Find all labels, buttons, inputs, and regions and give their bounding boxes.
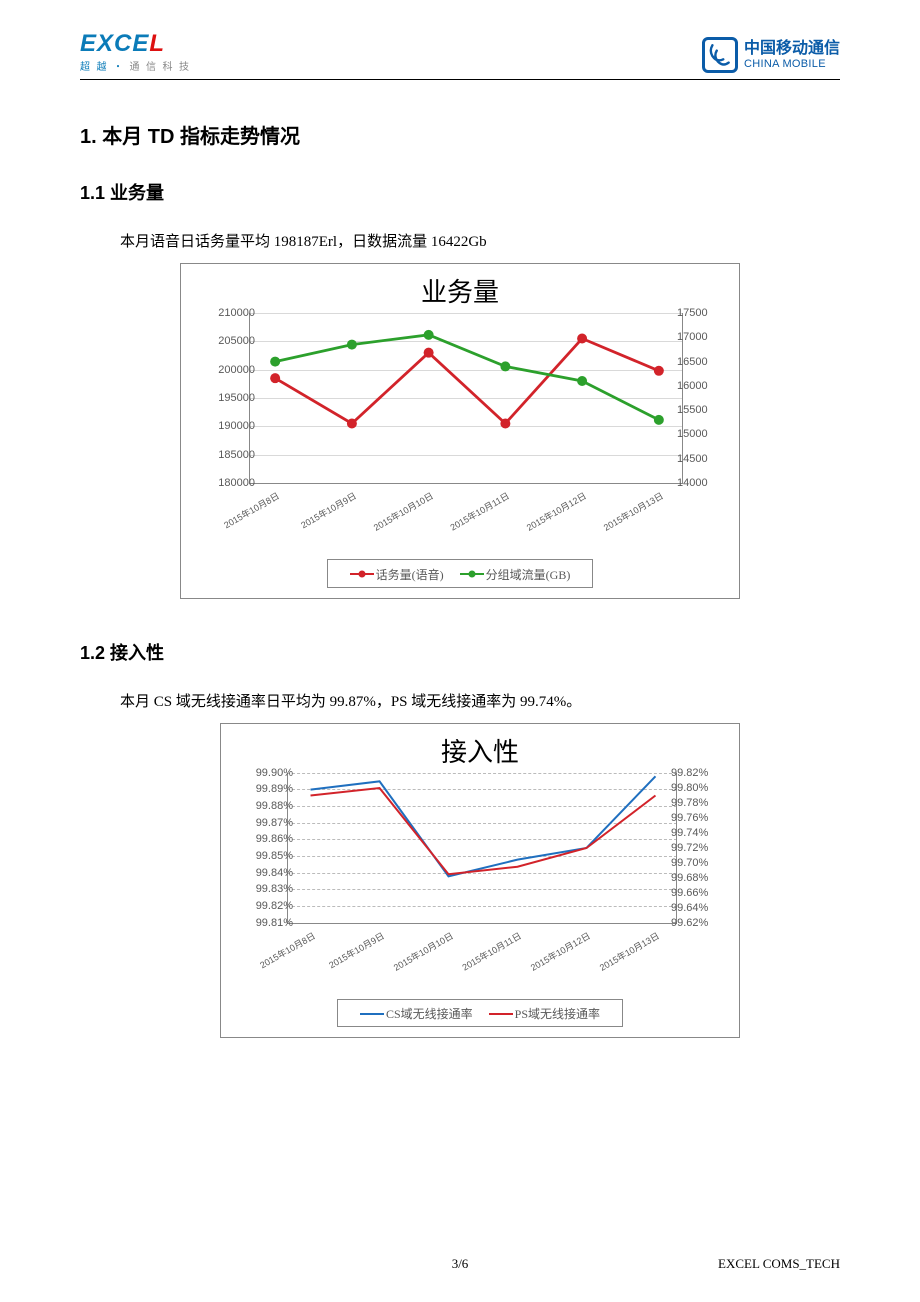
para-1-2: 本月 CS 域无线接通率日平均为 99.87%，PS 域无线接通率为 99.74…: [120, 690, 840, 711]
heading-1-1: 1.1 业务量: [80, 179, 840, 205]
heading-1: 1. 本月 TD 指标走势情况: [80, 120, 840, 149]
x-tick: 2015年10月11日: [448, 489, 512, 533]
x-tick: 2015年10月12日: [528, 929, 593, 974]
x-tick: 2015年10月10日: [390, 929, 455, 974]
header-divider: [80, 79, 840, 80]
china-mobile-icon: [702, 37, 738, 73]
plot-svg: [249, 313, 685, 483]
logo-left: EXCEL 超 越 ・ 通 信 科 技: [80, 30, 191, 73]
x-tick: 2015年10月9日: [326, 929, 386, 971]
sub-blue: 超 越: [80, 62, 109, 73]
chart-legend: 话务量(语音) 分组域流量(GB): [181, 553, 739, 598]
page-header: EXCEL 超 越 ・ 通 信 科 技 中国移动通信 CHINA MOBILE: [80, 30, 840, 79]
brand-subtitle: 超 越 ・ 通 信 科 技: [80, 58, 191, 73]
china-mobile-cn: 中国移动通信: [744, 40, 840, 58]
plot-svg: [287, 773, 679, 923]
para-1-1: 本月语音日话务量平均 198187Erl，日数据流量 16422Gb: [120, 230, 840, 251]
x-tick: 2015年10月13日: [597, 929, 662, 974]
sub-dot: ・: [113, 62, 125, 73]
chart-legend: CS域无线接通率 PS域无线接通率: [221, 993, 739, 1038]
legend-item: CS域无线接通率: [360, 1005, 473, 1022]
legend-item: 话务量(语音): [350, 566, 444, 583]
legend-item: PS域无线接通率: [489, 1005, 600, 1022]
page-footer: 3/6 EXCEL COMS_TECH: [80, 1256, 840, 1272]
china-mobile-en: CHINA MOBILE: [744, 58, 840, 70]
heading-1-2: 1.2 接入性: [80, 639, 840, 665]
chart-title: 业务量: [181, 264, 739, 313]
x-tick: 2015年10月12日: [524, 489, 589, 534]
brand-text: EXCEL: [80, 30, 191, 58]
x-tick: 2015年10月8日: [257, 929, 317, 971]
logo-right: 中国移动通信 CHINA MOBILE: [702, 37, 840, 73]
legend-item: 分组域流量(GB): [460, 566, 571, 583]
chart: 业务量1800001850001900001950002000002050002…: [180, 263, 740, 599]
x-tick: 2015年10月9日: [298, 489, 358, 531]
chart: 接入性99.81%99.82%99.83%99.84%99.85%99.86%9…: [220, 723, 740, 1039]
x-tick: 2015年10月11日: [460, 929, 524, 973]
sub-gray: 通 信 科 技: [130, 62, 192, 73]
x-tick: 2015年10月13日: [601, 489, 666, 534]
x-tick: 2015年10月8日: [221, 489, 281, 531]
x-tick: 2015年10月10日: [371, 489, 436, 534]
footer-brand: EXCEL COMS_TECH: [718, 1256, 840, 1272]
chart-title: 接入性: [221, 724, 739, 773]
